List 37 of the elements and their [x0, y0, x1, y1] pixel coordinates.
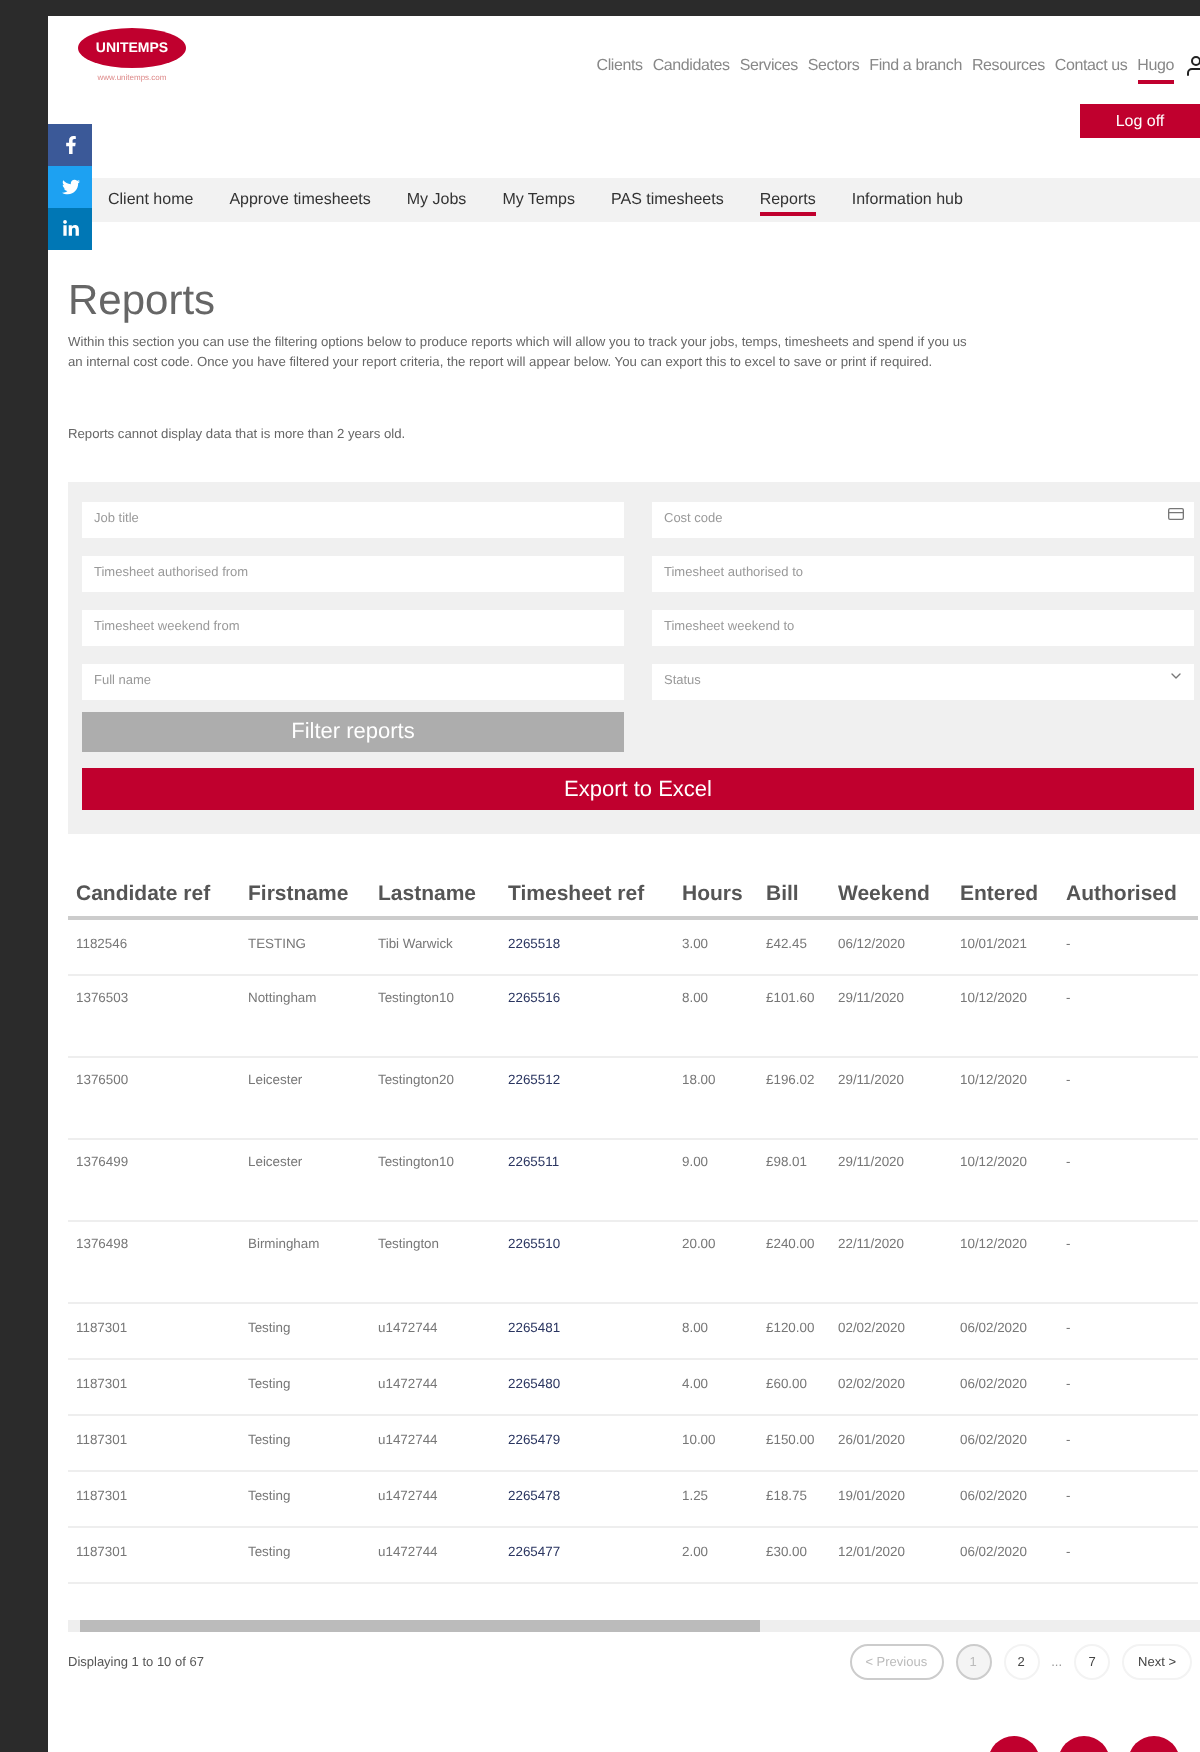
column-header: Hours	[674, 878, 758, 918]
column-header: Weekend	[830, 878, 952, 918]
column-header: Authorised	[1058, 878, 1198, 918]
tab[interactable]: Reports	[759, 184, 816, 216]
card-icon	[1168, 506, 1184, 522]
tab[interactable]: Client home	[108, 184, 194, 216]
scrollbar-track[interactable]	[68, 1620, 1200, 1632]
linkedin-icon	[61, 220, 79, 238]
tab[interactable]: My Temps	[502, 184, 575, 216]
tab[interactable]: PAS timesheets	[611, 184, 724, 216]
column-header: Lastname	[370, 878, 500, 918]
facebook-button[interactable]	[48, 124, 92, 166]
nav-link[interactable]: Hugo	[1137, 56, 1174, 84]
tab[interactable]: Information hub	[851, 184, 963, 216]
page-title: Reports	[68, 278, 218, 326]
bird-icon	[61, 178, 79, 196]
facebook-icon	[61, 136, 79, 154]
nav-link[interactable]: Services	[739, 56, 798, 84]
tab[interactable]: Approve timesheets	[229, 184, 371, 216]
nav-link[interactable]: Clients	[596, 56, 643, 84]
column-header: Firstname	[240, 878, 370, 918]
column-header: Candidate ref	[68, 878, 240, 918]
column-header: Bill	[758, 878, 830, 918]
column-header: Timesheet ref	[500, 878, 674, 918]
nav-link[interactable]: Contact us	[1054, 56, 1128, 84]
scrollbar-thumb[interactable]	[80, 1620, 760, 1632]
chevron-down-icon	[1168, 668, 1184, 684]
nav-link[interactable]: Candidates	[652, 56, 730, 84]
tab[interactable]: My Jobs	[406, 184, 467, 216]
twitter-button[interactable]	[48, 166, 92, 208]
nav-link[interactable]: Find a branch	[869, 56, 962, 84]
column-header: Entered	[952, 878, 1058, 918]
log-off-button[interactable]: Log off	[1080, 104, 1200, 138]
export-button[interactable]: Export to Excel	[82, 768, 1194, 810]
nav-link[interactable]: Sectors	[807, 56, 860, 84]
nav-link[interactable]: Resources	[971, 56, 1045, 84]
linkedin-button[interactable]	[48, 208, 92, 250]
